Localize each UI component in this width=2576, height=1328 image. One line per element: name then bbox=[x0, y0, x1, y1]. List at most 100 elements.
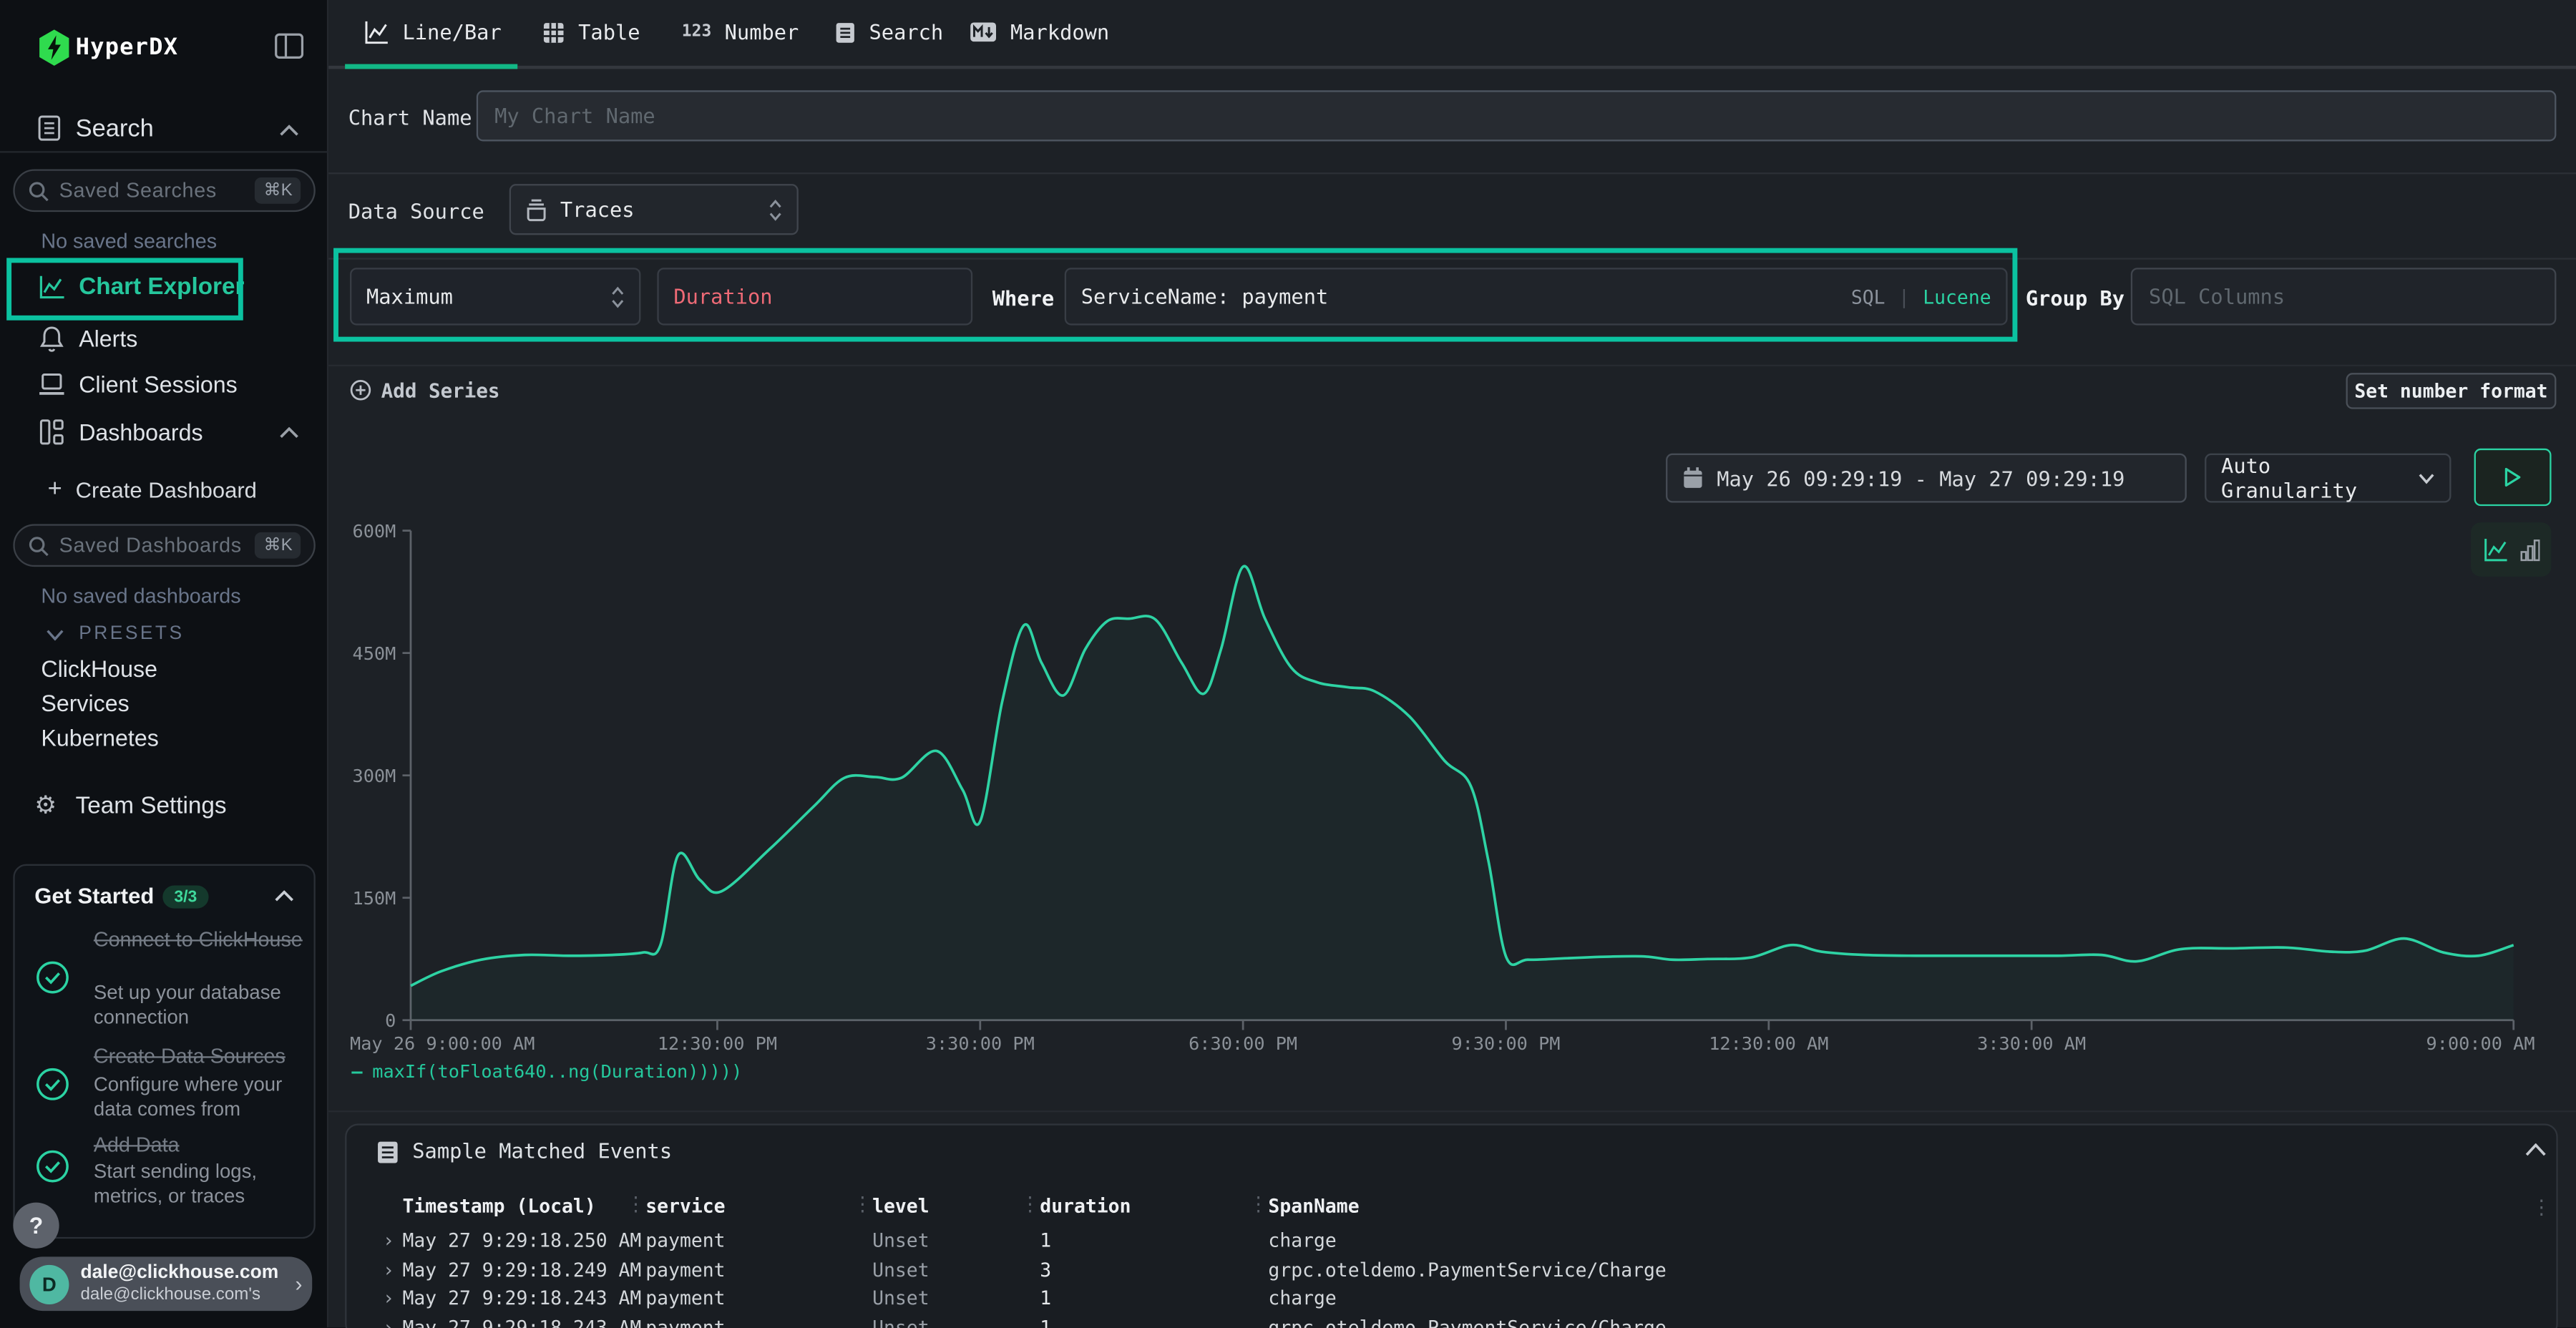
search-section-chevron-up-icon[interactable] bbox=[279, 125, 299, 136]
calendar-icon bbox=[1682, 467, 1704, 489]
create-dashboard-button[interactable]: Create Dashboard bbox=[76, 478, 257, 502]
sidebar-item-team-settings[interactable]: Team Settings bbox=[76, 794, 227, 820]
column-drag-handle[interactable]: ⋮ bbox=[1020, 1193, 1040, 1216]
kebab-menu-icon[interactable]: ⋮ bbox=[2532, 1196, 2552, 1219]
dashboards-icon bbox=[39, 419, 64, 445]
table-icon bbox=[542, 21, 565, 44]
hyperdx-app: HyperDX Search Saved Searches ⌘K No save… bbox=[0, 0, 2576, 1327]
user-menu[interactable]: D dale@clickhouse.com dale@clickhouse.co… bbox=[20, 1256, 313, 1311]
event-cell: Unset bbox=[872, 1315, 929, 1328]
get-started-card: Get Started 3/3 Connect to ClickHouse Se… bbox=[13, 864, 315, 1239]
sample-events-title: Sample Matched Events bbox=[412, 1138, 672, 1163]
event-table-row[interactable]: ›May 27 9:29:18.243 AMpaymentUnset1charg… bbox=[346, 1284, 2556, 1314]
preset-kubernetes[interactable]: Kubernetes bbox=[41, 724, 158, 751]
help-button[interactable]: ? bbox=[13, 1203, 59, 1249]
bell-icon bbox=[39, 326, 64, 353]
get-started-item-subtitle: Configure where your data comes from bbox=[94, 1073, 311, 1122]
field-input[interactable]: Duration bbox=[657, 268, 972, 325]
row-expand-chevron-icon[interactable]: › bbox=[383, 1315, 394, 1328]
chart-explorer-icon bbox=[39, 274, 66, 298]
row-expand-chevron-icon[interactable]: › bbox=[383, 1229, 394, 1251]
main-content: Line/Bar Table 123 Number Searc bbox=[328, 0, 2576, 1327]
saved-dashboards-input[interactable]: Saved Dashboards ⌘K bbox=[13, 524, 315, 567]
svg-text:3:30:00 AM: 3:30:00 AM bbox=[1977, 1033, 2086, 1054]
where-input[interactable]: ServiceName: payment SQL | Lucene bbox=[1065, 268, 2008, 325]
tab-table[interactable]: Table bbox=[542, 20, 640, 44]
tab-markdown[interactable]: Markdown bbox=[970, 20, 1110, 44]
run-query-button[interactable] bbox=[2474, 449, 2552, 506]
sidebar-collapse-icon[interactable] bbox=[274, 33, 303, 59]
mode-separator: | bbox=[1898, 285, 1910, 308]
column-header-duration[interactable]: duration bbox=[1040, 1194, 1131, 1217]
group-by-input[interactable] bbox=[2131, 268, 2557, 325]
sql-mode-toggle[interactable]: SQL bbox=[1851, 285, 1885, 308]
preset-clickhouse[interactable]: ClickHouse bbox=[41, 655, 157, 682]
chart-name-input[interactable] bbox=[477, 90, 2557, 141]
column-header-level[interactable]: level bbox=[872, 1194, 929, 1217]
preset-services[interactable]: Services bbox=[41, 690, 129, 716]
column-header-timestamp[interactable]: Timestamp (Local) bbox=[402, 1194, 595, 1217]
get-started-item-subtitle: Start sending logs, metrics, or traces bbox=[94, 1160, 311, 1209]
get-started-item-title[interactable]: Create Data Sources bbox=[94, 1045, 311, 1069]
column-drag-handle[interactable]: ⋮ bbox=[626, 1193, 646, 1216]
column-header-spanname[interactable]: SpanName bbox=[1268, 1194, 1359, 1217]
svg-text:12:30:00 PM: 12:30:00 PM bbox=[658, 1033, 777, 1054]
sidebar-item-dashboards[interactable]: Dashboards bbox=[79, 419, 203, 445]
event-cell: grpc.oteldemo.PaymentService/Charge bbox=[1268, 1315, 1666, 1328]
sidebar-item-client-sessions[interactable]: Client Sessions bbox=[79, 371, 238, 398]
add-series-button[interactable]: Add Series bbox=[381, 379, 500, 402]
column-header-service[interactable]: service bbox=[645, 1194, 725, 1217]
dashboards-chevron-up-icon[interactable] bbox=[279, 427, 299, 439]
app-title: HyperDX bbox=[76, 34, 179, 61]
tab-line-bar[interactable]: Line/Bar bbox=[365, 20, 502, 44]
column-drag-handle[interactable]: ⋮ bbox=[1249, 1193, 1269, 1216]
event-table-row[interactable]: ›May 27 9:29:18.250 AMpaymentUnset1charg… bbox=[346, 1227, 2556, 1256]
timeseries-chart[interactable]: 0150M300M450M600MMay 26 9:00:00 AM12:30:… bbox=[350, 522, 2535, 1068]
check-circle-icon bbox=[34, 1148, 71, 1185]
sidebar-item-search[interactable]: Search bbox=[76, 115, 154, 143]
get-started-item-title[interactable]: Connect to ClickHouse bbox=[94, 928, 311, 952]
user-email: dale@clickhouse.com bbox=[80, 1264, 295, 1285]
event-table-row[interactable]: ›May 27 9:29:18.249 AMpaymentUnset3grpc.… bbox=[346, 1256, 2556, 1285]
where-value: ServiceName: payment bbox=[1081, 284, 1838, 308]
svg-text:May 26 9:00:00 AM: May 26 9:00:00 AM bbox=[350, 1033, 535, 1054]
sidebar-item-alerts[interactable]: Alerts bbox=[79, 326, 137, 352]
collapse-panel-chevron-up-icon[interactable] bbox=[2525, 1143, 2547, 1156]
sidebar-item-chart-explorer[interactable]: Chart Explorer bbox=[79, 274, 244, 301]
presets-chevron-down-icon[interactable] bbox=[46, 629, 64, 640]
sample-events-panel: Sample Matched Events Timestamp (Local) … bbox=[345, 1123, 2558, 1328]
saved-dashboards-placeholder: Saved Dashboards bbox=[59, 534, 255, 557]
get-started-chevron-up-icon[interactable] bbox=[274, 890, 294, 902]
add-circle-icon bbox=[350, 379, 371, 401]
avatar: D bbox=[29, 1264, 69, 1304]
aggregation-select[interactable]: Maximum bbox=[350, 268, 640, 325]
granularity-select[interactable]: Auto Granularity bbox=[2205, 454, 2451, 503]
svg-text:600M: 600M bbox=[352, 522, 396, 542]
event-cell: 1 bbox=[1040, 1286, 1051, 1309]
chevron-right-icon: › bbox=[295, 1271, 302, 1296]
play-icon bbox=[2504, 467, 2522, 488]
column-drag-handle[interactable]: ⋮ bbox=[853, 1193, 873, 1216]
data-source-select[interactable]: Traces bbox=[509, 184, 799, 235]
set-number-format-button[interactable]: Set number format bbox=[2346, 373, 2557, 409]
svg-text:9:30:00 PM: 9:30:00 PM bbox=[1451, 1033, 1560, 1054]
get-started-item-title[interactable]: Add Data bbox=[94, 1133, 311, 1158]
presets-header[interactable]: PRESETS bbox=[79, 624, 184, 644]
row-expand-chevron-icon[interactable]: › bbox=[383, 1286, 394, 1309]
svg-text:450M: 450M bbox=[352, 643, 396, 664]
sidebar: HyperDX Search Saved Searches ⌘K No save… bbox=[0, 0, 328, 1327]
saved-searches-kbd: ⌘K bbox=[255, 177, 301, 204]
where-label: Where bbox=[992, 285, 1054, 310]
tab-number[interactable]: 123 Number bbox=[682, 20, 799, 44]
tab-search[interactable]: Search bbox=[834, 20, 943, 44]
event-table-row[interactable]: ›May 27 9:29:18.243 AMpaymentUnset1grpc.… bbox=[346, 1314, 2556, 1328]
lucene-mode-toggle[interactable]: Lucene bbox=[1923, 285, 1991, 308]
tab-label: Markdown bbox=[1010, 20, 1109, 44]
date-range-picker[interactable]: May 26 09:29:19 - May 27 09:29:19 bbox=[1666, 454, 2187, 503]
saved-searches-input[interactable]: Saved Searches ⌘K bbox=[13, 169, 315, 212]
row-expand-chevron-icon[interactable]: › bbox=[383, 1258, 394, 1281]
svg-text:3:30:00 PM: 3:30:00 PM bbox=[926, 1033, 1035, 1054]
select-chevrons-icon bbox=[611, 285, 624, 308]
event-cell: payment bbox=[645, 1229, 725, 1251]
section-divider bbox=[328, 258, 2576, 259]
